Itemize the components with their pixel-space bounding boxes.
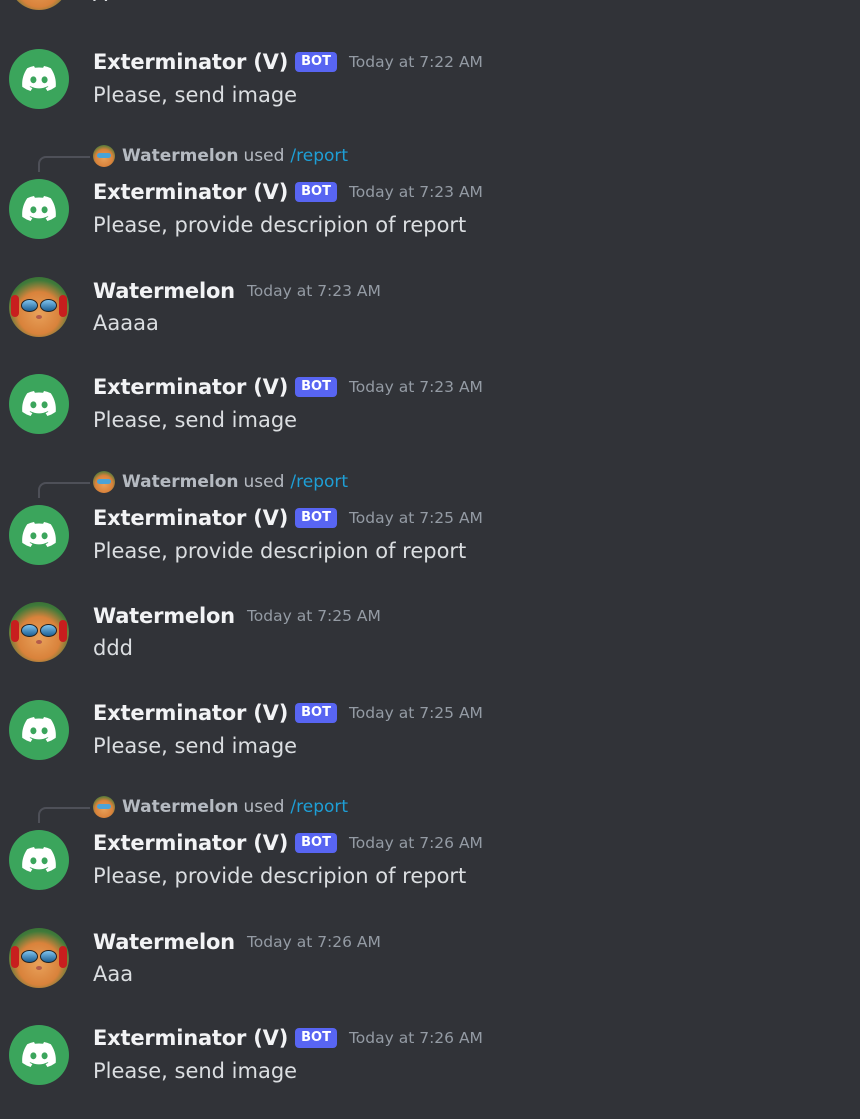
reply-avatar — [93, 796, 115, 818]
reply-spine — [38, 482, 90, 498]
reply-avatar — [93, 471, 115, 493]
bot-avatar[interactable] — [9, 374, 69, 434]
timestamp[interactable]: Today at 7:26 AM — [247, 933, 381, 951]
username[interactable]: Exterminator (V) — [93, 375, 288, 399]
bot-avatar[interactable] — [9, 700, 69, 760]
discord-logo-icon — [22, 1042, 56, 1067]
timestamp[interactable]: Today at 7:23 AM — [349, 183, 483, 201]
bot-tag: BOT — [295, 52, 337, 72]
bot-tag: BOT — [295, 182, 337, 202]
bot-tag: BOT — [295, 1028, 337, 1048]
username[interactable]: Watermelon — [93, 604, 235, 628]
timestamp[interactable]: Today at 7:26 AM — [349, 1029, 483, 1047]
username[interactable]: Exterminator (V) — [93, 506, 288, 530]
username[interactable]: Exterminator (V) — [93, 180, 288, 204]
slash-command-link[interactable]: /report — [290, 797, 348, 817]
bot-tag: BOT — [295, 377, 337, 397]
bot-avatar[interactable] — [9, 179, 69, 239]
message-content: Please, provide descripion of report — [93, 864, 467, 888]
bot-avatar[interactable] — [9, 1025, 69, 1085]
discord-logo-icon — [22, 391, 56, 416]
user-avatar[interactable] — [9, 928, 69, 988]
bot-avatar[interactable] — [9, 505, 69, 565]
message-content: Please, send image — [93, 1059, 298, 1083]
username[interactable]: Exterminator (V) — [93, 50, 288, 74]
discord-logo-icon — [22, 847, 56, 872]
username[interactable]: Exterminator (V) — [93, 831, 288, 855]
message-content: ddd — [93, 636, 133, 660]
bot-tag: BOT — [295, 833, 337, 853]
reply-reference[interactable]: Watermelon used /report — [93, 795, 348, 819]
bot-avatar[interactable] — [9, 830, 69, 890]
bot-tag: BOT — [295, 703, 337, 723]
timestamp[interactable]: Today at 7:25 AM — [247, 607, 381, 625]
bot-avatar[interactable] — [9, 49, 69, 109]
reply-reference[interactable]: Watermelon used /report — [93, 470, 348, 494]
reply-spine — [38, 156, 90, 172]
reply-username[interactable]: Watermelon — [122, 146, 239, 166]
username[interactable]: Watermelon — [93, 930, 235, 954]
user-avatar[interactable] — [9, 0, 69, 10]
message-content: Aaa — [93, 962, 134, 986]
user-avatar[interactable] — [9, 602, 69, 662]
bot-tag: BOT — [295, 508, 337, 528]
username[interactable]: Exterminator (V) — [93, 701, 288, 725]
timestamp[interactable]: Today at 7:25 AM — [349, 704, 483, 722]
message-content: Please, send image — [93, 83, 298, 107]
reply-used-text: used — [243, 146, 285, 166]
sunglasses-icon — [21, 299, 57, 312]
slash-command-link[interactable]: /report — [290, 472, 348, 492]
sunglasses-icon — [21, 624, 57, 637]
username[interactable]: Watermelon — [93, 279, 235, 303]
reply-reference[interactable]: Watermelon used /report — [93, 144, 348, 168]
reply-avatar — [93, 145, 115, 167]
discord-logo-icon — [22, 522, 56, 547]
sunglasses-icon — [21, 950, 57, 963]
message-content: Please, send image — [93, 408, 298, 432]
timestamp[interactable]: Today at 7:23 AM — [349, 378, 483, 396]
user-avatar[interactable] — [9, 277, 69, 337]
discord-logo-icon — [22, 717, 56, 742]
message-content: A — [93, 0, 107, 6]
message-content: Aaaaa — [93, 311, 159, 335]
timestamp[interactable]: Today at 7:25 AM — [349, 509, 483, 527]
reply-spine — [38, 807, 90, 823]
message-content: Please, provide descripion of report — [93, 213, 467, 237]
discord-logo-icon — [22, 66, 56, 91]
reply-used-text: used — [243, 797, 285, 817]
timestamp[interactable]: Today at 7:23 AM — [247, 282, 381, 300]
message-content: Please, provide descripion of report — [93, 539, 467, 563]
discord-logo-icon — [22, 196, 56, 221]
timestamp[interactable]: Today at 7:26 AM — [349, 834, 483, 852]
reply-username[interactable]: Watermelon — [122, 472, 239, 492]
message-content: Please, send image — [93, 734, 298, 758]
reply-used-text: used — [243, 472, 285, 492]
reply-username[interactable]: Watermelon — [122, 797, 239, 817]
timestamp[interactable]: Today at 7:22 AM — [349, 53, 483, 71]
slash-command-link[interactable]: /report — [290, 146, 348, 166]
username[interactable]: Exterminator (V) — [93, 1026, 288, 1050]
